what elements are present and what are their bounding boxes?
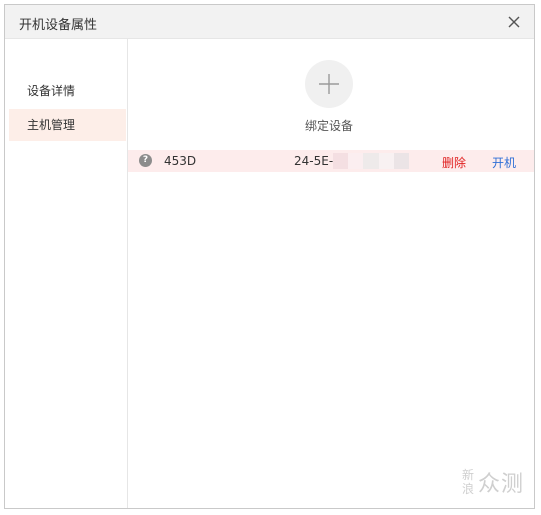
main-panel: 绑定设备 ? 453D 24-5E- 删除 开机 新 浪 众测: [128, 39, 534, 508]
watermark: 新 浪 众测: [462, 466, 524, 498]
device-name: 453D: [164, 154, 197, 168]
title-bar: 开机设备属性: [5, 5, 534, 39]
question-icon: ?: [139, 154, 152, 167]
sidebar: 设备详情 主机管理: [5, 39, 128, 508]
bind-device-label[interactable]: 绑定设备: [279, 117, 379, 134]
dialog-window: 开机设备属性 设备详情 主机管理 绑定设备 ? 453D 24-5E- 删除 开…: [4, 4, 535, 509]
sidebar-item-host-management[interactable]: 主机管理: [9, 109, 126, 141]
mac-redaction-mosaic: [333, 153, 410, 169]
device-row: ? 453D 24-5E- 删除 开机: [128, 150, 534, 172]
watermark-big: 众测: [477, 472, 524, 497]
plus-icon: [319, 74, 339, 94]
close-icon: [508, 16, 520, 28]
close-button[interactable]: [504, 12, 524, 32]
bind-device-button[interactable]: [305, 60, 353, 108]
delete-link[interactable]: 删除: [442, 154, 466, 171]
dialog-title: 开机设备属性: [19, 18, 98, 33]
device-mac: 24-5E-: [294, 154, 334, 168]
watermark-small: 新 浪: [462, 468, 474, 496]
watermark-char: 浪: [461, 482, 474, 496]
watermark-char: 新: [461, 468, 474, 482]
sidebar-item-device-details[interactable]: 设备详情: [9, 75, 126, 107]
power-on-link[interactable]: 开机: [492, 154, 516, 171]
